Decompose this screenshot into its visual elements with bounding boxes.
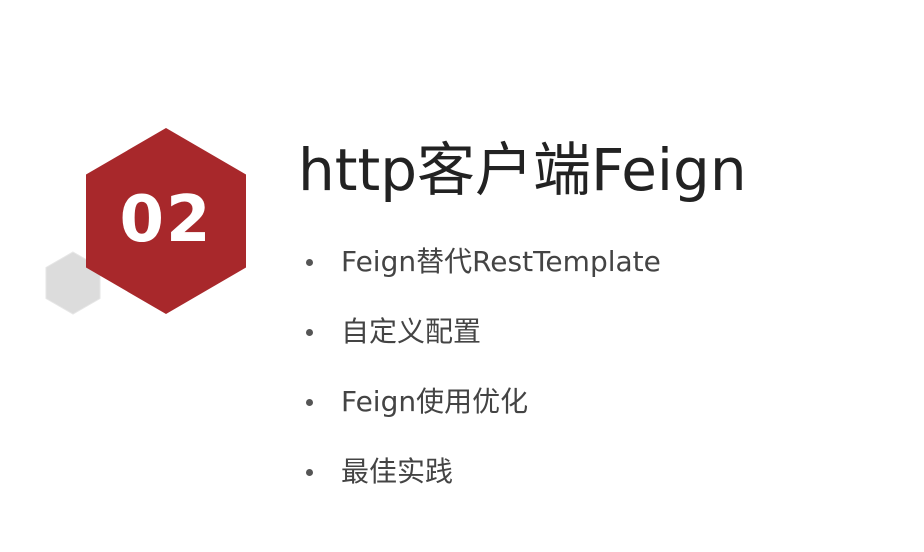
list-item: Feign替代RestTemplate bbox=[306, 240, 661, 310]
section-number: 02 bbox=[119, 183, 213, 257]
bullet-text: Feign使用优化 bbox=[341, 385, 529, 418]
bullet-text: Feign替代RestTemplate bbox=[341, 245, 661, 278]
list-item: 最佳实践 bbox=[306, 450, 661, 520]
bullet-dot-icon bbox=[306, 259, 313, 266]
bullet-list: Feign替代RestTemplate 自定义配置 Feign使用优化 最佳实践 bbox=[306, 240, 661, 520]
bullet-text: 自定义配置 bbox=[341, 315, 482, 348]
list-item: Feign使用优化 bbox=[306, 380, 661, 450]
bullet-dot-icon bbox=[306, 399, 313, 406]
bullet-text: 最佳实践 bbox=[341, 455, 454, 488]
bullet-dot-icon bbox=[306, 329, 313, 336]
page-title: http客户端Feign bbox=[298, 136, 747, 204]
bullet-dot-icon bbox=[306, 469, 313, 476]
slide: 02 http客户端Feign Feign替代RestTemplate 自定义配… bbox=[0, 0, 924, 552]
list-item: 自定义配置 bbox=[306, 310, 661, 380]
